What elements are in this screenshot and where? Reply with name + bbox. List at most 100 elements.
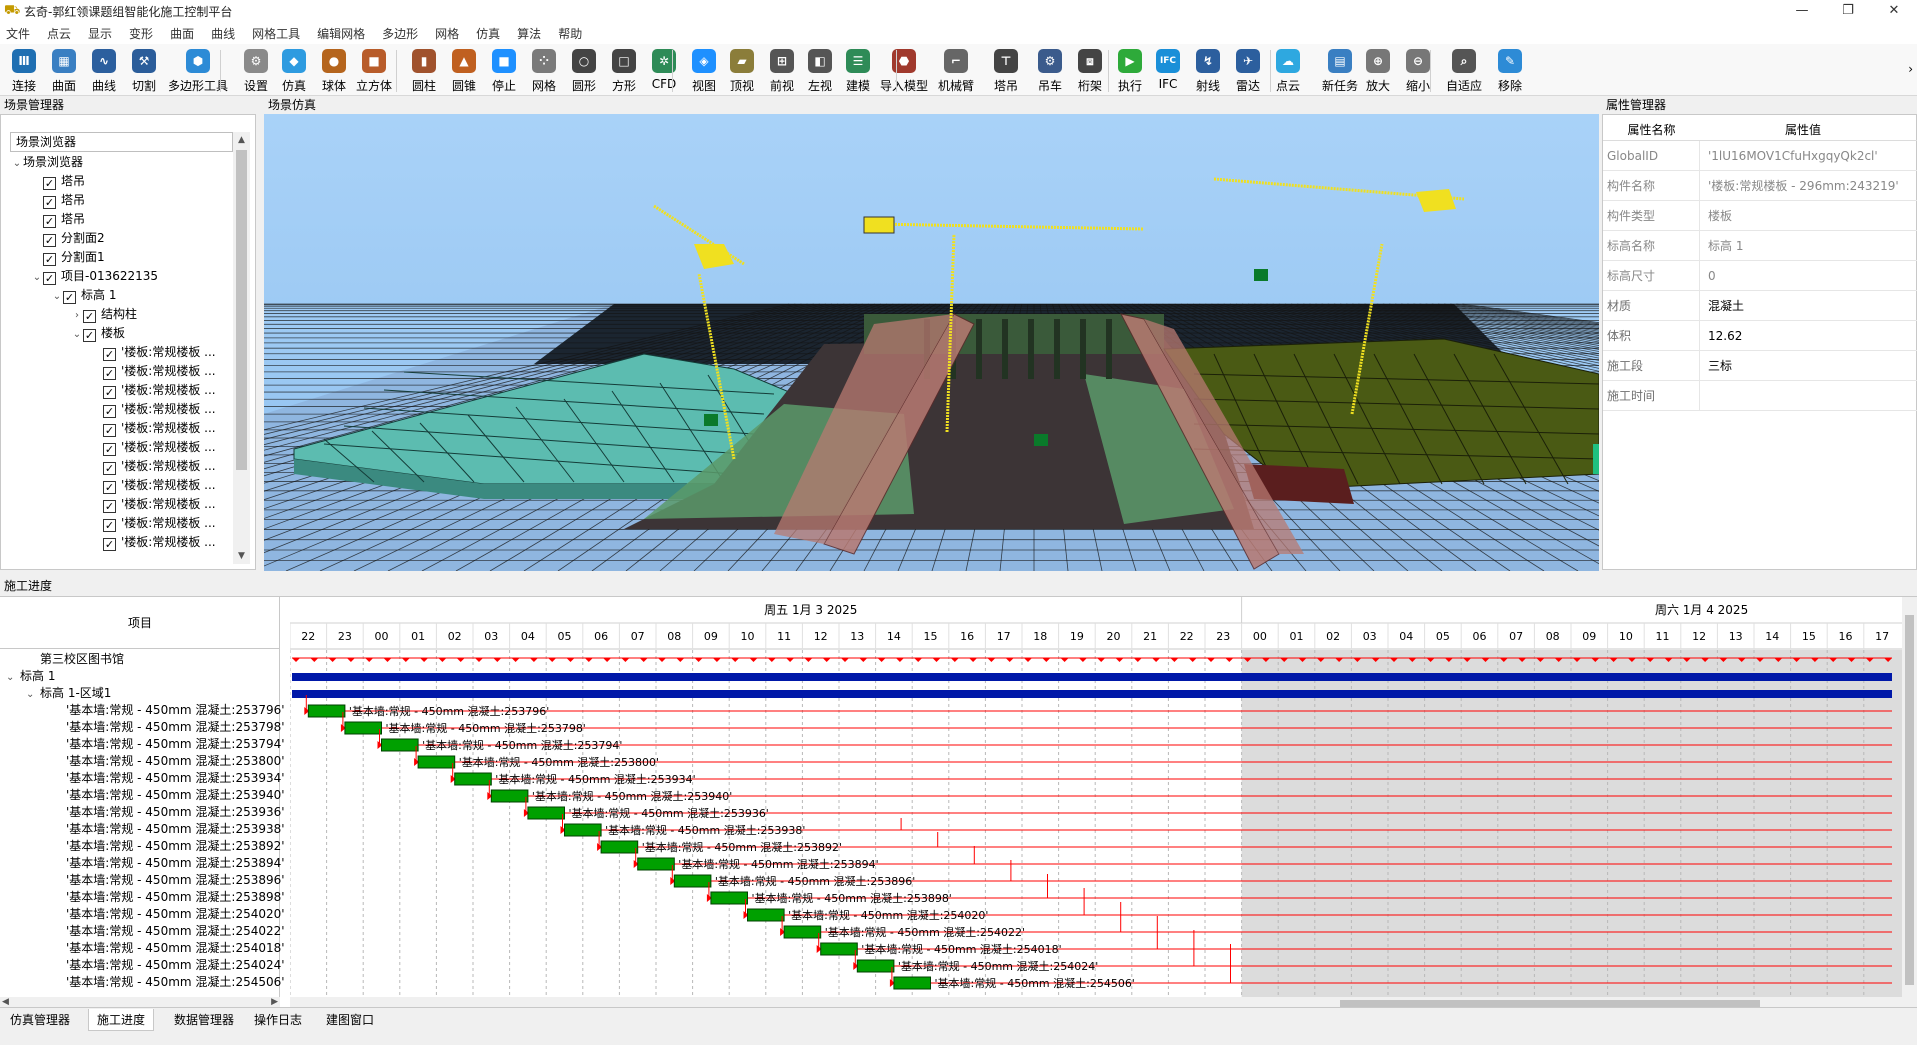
toolbar-button-23[interactable]: ⌐ 机械臂	[934, 46, 978, 94]
tree-expander-icon[interactable]: ⌄	[26, 686, 40, 703]
scroll-left-icon[interactable]: ◀	[2, 997, 9, 1007]
tree-item[interactable]: › ✓ 结构柱	[71, 305, 137, 324]
tree-checkbox[interactable]: ✓	[103, 386, 116, 399]
toolbar-button-29[interactable]: ↯ 射线	[1186, 46, 1230, 94]
toolbar-button-3[interactable]: ∿ 曲线	[82, 46, 126, 94]
maximize-button[interactable]: ❐	[1825, 0, 1871, 22]
gantt-scroll-thumb[interactable]	[1905, 615, 1914, 985]
property-row[interactable]: GlobalID '1lU16MOV1CfuHxgqyQk2cl'	[1603, 141, 1917, 171]
tree-item[interactable]: ✓ '楼板:常规楼板 ...	[91, 343, 216, 362]
gantt-task-row[interactable]: '基本墙:常规 - 450mm 混凝土:253896'	[66, 872, 285, 889]
tree-item[interactable]: ✓ '楼板:常规楼板 ...	[91, 495, 216, 514]
menu-item[interactable]: 多边形	[382, 25, 418, 42]
gantt-task-row[interactable]: '基本墙:常规 - 450mm 混凝土:254018'	[66, 940, 285, 957]
gantt-task-row[interactable]: '基本墙:常规 - 450mm 混凝土:253794'	[66, 736, 285, 753]
menu-item[interactable]: 显示	[88, 25, 112, 42]
toolbar-button-25[interactable]: ⚙ 吊车	[1028, 46, 1072, 94]
gantt-task-row[interactable]: '基本墙:常规 - 450mm 混凝土:253936'	[66, 804, 285, 821]
tree-item[interactable]: ⌄ ✓ 标高 1	[51, 286, 116, 305]
gantt-task-row[interactable]: '基本墙:常规 - 450mm 混凝土:253938'	[66, 821, 285, 838]
tab-data-manager[interactable]: 数据管理器	[166, 1009, 242, 1031]
menu-item[interactable]: 曲线	[211, 25, 235, 42]
toolbar-button-2[interactable]: ▦ 曲面	[42, 46, 86, 94]
tree-item[interactable]: ✓ '楼板:常规楼板 ...	[91, 400, 216, 419]
gantt-group-row[interactable]: ⌄ 标高 1-区域1	[26, 685, 111, 702]
tree-checkbox[interactable]: ✓	[103, 462, 116, 475]
gantt-group-row[interactable]: 第三校区图书馆	[26, 651, 124, 668]
gantt-vscrollbar[interactable]	[1902, 597, 1917, 1011]
toolbar-button-18[interactable]: ▰ 顶视	[720, 46, 764, 94]
menu-item[interactable]: 帮助	[558, 25, 582, 42]
tree-item[interactable]: ✓ 塔吊	[31, 191, 85, 210]
toolbar-button-13[interactable]: ⁘ 网格	[522, 46, 566, 94]
close-button[interactable]: ✕	[1871, 0, 1917, 22]
toolbar-button-22[interactable]: ⬣ 导入模型	[874, 46, 934, 94]
toolbar-button-5[interactable]: ⬢ 多边形工具	[162, 46, 234, 94]
tree-checkbox[interactable]: ✓	[43, 215, 56, 228]
toolbar-button-24[interactable]: ⊤ 塔吊	[984, 46, 1028, 94]
tree-checkbox[interactable]: ✓	[103, 538, 116, 551]
tree-item[interactable]: ✓ 分割面1	[31, 248, 105, 267]
toolbar-button-35[interactable]: ⌕ 自适应	[1436, 46, 1492, 94]
toolbar-button-15[interactable]: □ 方形	[602, 46, 646, 94]
gantt-task-bar[interactable]	[783, 925, 822, 939]
gantt-task-bar[interactable]	[600, 840, 639, 854]
scene-tree-scroll-thumb[interactable]	[236, 150, 247, 470]
tree-expander-icon[interactable]: ⌄	[51, 287, 63, 306]
gantt-summary-bar[interactable]	[292, 690, 1892, 698]
menu-item[interactable]: 文件	[6, 25, 30, 42]
menu-item[interactable]: 变形	[129, 25, 153, 42]
scene-tree-scrollbar[interactable]: ▲ ▼	[233, 132, 250, 564]
toolbar-button-30[interactable]: ✈ 雷达	[1226, 46, 1270, 94]
menu-item[interactable]: 算法	[517, 25, 541, 42]
gantt-task-bar[interactable]	[307, 704, 346, 718]
gantt-task-bar[interactable]	[381, 738, 419, 752]
toolbar-button-31[interactable]: ☁ 点云	[1266, 46, 1310, 94]
gantt-task-bar[interactable]	[637, 857, 675, 871]
tree-checkbox[interactable]: ✓	[63, 291, 76, 304]
tree-item[interactable]: ✓ '楼板:常规楼板 ...	[91, 419, 216, 438]
toolbar-button-16[interactable]: ✲ CFD	[642, 46, 686, 94]
toolbar-button-4[interactable]: ⚒ 切割	[122, 46, 166, 94]
menu-item[interactable]: 编辑网格	[317, 25, 365, 42]
gantt-task-row[interactable]: '基本墙:常规 - 450mm 混凝土:253898'	[66, 889, 285, 906]
tree-checkbox[interactable]: ✓	[103, 443, 116, 456]
property-row[interactable]: 构件类型 楼板	[1603, 201, 1917, 231]
gantt-chart[interactable]: 周五 1月 3 2025 周六 1月 4 2025 22 23 00 01 02 03 04 05…	[290, 597, 1902, 1011]
tree-checkbox[interactable]: ✓	[103, 348, 116, 361]
tree-checkbox[interactable]: ✓	[43, 253, 56, 266]
tree-checkbox[interactable]: ✓	[43, 272, 56, 285]
property-row[interactable]: 标高尺寸 0	[1603, 261, 1917, 291]
tree-item[interactable]: ✓ '楼板:常规楼板 ...	[91, 533, 216, 552]
tree-expander-icon[interactable]: ⌄	[11, 154, 23, 173]
tab-operation-log[interactable]: 操作日志	[246, 1009, 310, 1031]
tree-expander-icon[interactable]: ›	[71, 306, 83, 325]
gantt-task-bar[interactable]	[856, 959, 895, 973]
gantt-task-bar[interactable]	[490, 789, 529, 803]
gantt-task-row[interactable]: '基本墙:常规 - 450mm 混凝土:253800'	[66, 753, 285, 770]
toolbar-button-28[interactable]: IFC IFC	[1146, 46, 1190, 94]
menu-item[interactable]: 网格工具	[252, 25, 300, 42]
tree-item[interactable]: ✓ 塔吊	[31, 172, 85, 191]
tree-checkbox[interactable]: ✓	[83, 310, 96, 323]
menu-item[interactable]: 网格	[435, 25, 459, 42]
gantt-task-row[interactable]: '基本墙:常规 - 450mm 混凝土:253934'	[66, 770, 285, 787]
tree-checkbox[interactable]: ✓	[103, 367, 116, 380]
menu-item[interactable]: 曲面	[170, 25, 194, 42]
toolbar-button-36[interactable]: ✎ 移除	[1488, 46, 1532, 94]
gantt-task-row[interactable]: '基本墙:常规 - 450mm 混凝土:253892'	[66, 838, 285, 855]
tree-item[interactable]: ✓ '楼板:常规楼板 ...	[91, 457, 216, 476]
gantt-chart-canvas[interactable]: 周五 1月 3 2025 周六 1月 4 2025 22 23 00 01 02 03 04 05…	[290, 597, 1902, 1011]
tree-checkbox[interactable]: ✓	[43, 177, 56, 190]
gantt-task-bar[interactable]	[417, 755, 456, 769]
scroll-down-icon[interactable]: ▼	[233, 548, 250, 564]
tree-item[interactable]: ⌄ ✓ 项目-013622135	[31, 267, 158, 286]
gantt-task-bar[interactable]	[893, 976, 932, 990]
property-row[interactable]: 体积 12.62	[1603, 321, 1917, 351]
gantt-task-row[interactable]: '基本墙:常规 - 450mm 混凝土:253894'	[66, 855, 285, 872]
gantt-task-row[interactable]: '基本墙:常规 - 450mm 混凝土:253940'	[66, 787, 285, 804]
tree-expander-icon[interactable]: ⌄	[31, 268, 43, 287]
tab-construction-progress[interactable]: 施工进度	[88, 1009, 155, 1031]
toolbar-button-26[interactable]: ⧈ 桁架	[1068, 46, 1112, 94]
gantt-summary-bar[interactable]	[292, 673, 1892, 681]
